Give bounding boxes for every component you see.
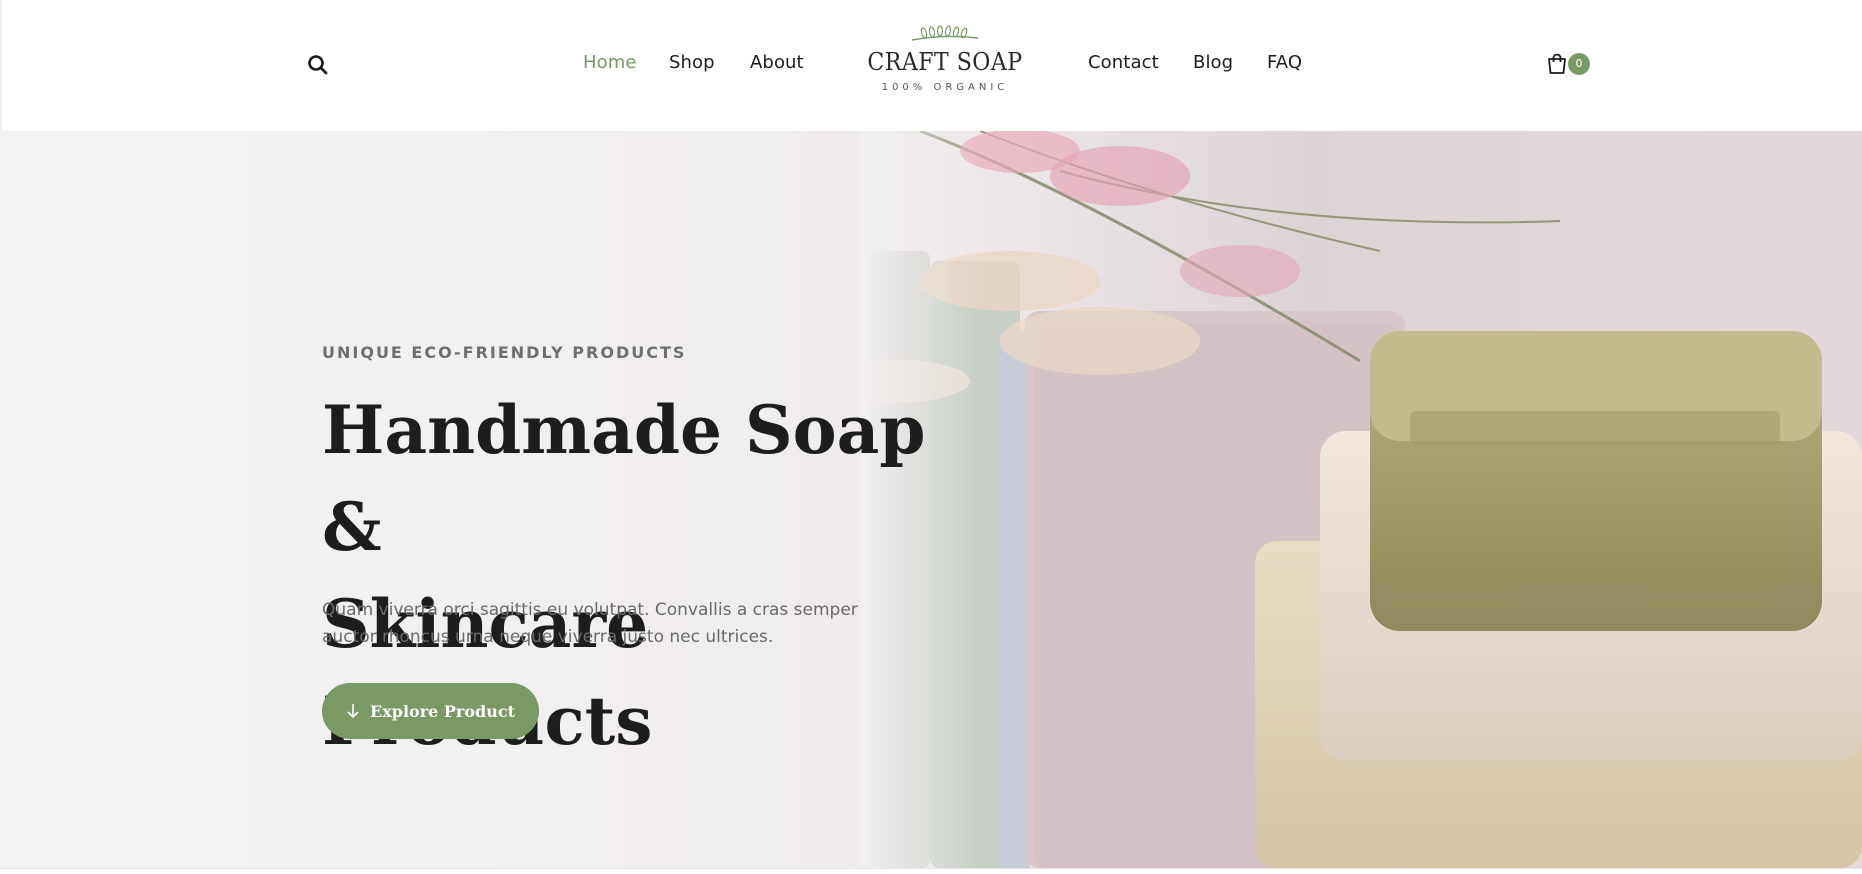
hero-eyebrow: UNIQUE ECO-FRIENDLY PRODUCTS xyxy=(322,343,687,362)
site-logo[interactable]: CRAFT SOAP 100% ORGANIC xyxy=(860,22,1030,98)
logo-title: CRAFT SOAP xyxy=(867,48,1023,76)
nav-faq[interactable]: FAQ xyxy=(1267,52,1302,73)
nav-shop[interactable]: Shop xyxy=(669,52,715,73)
search-icon xyxy=(308,55,328,75)
logo-subtitle: 100% ORGANIC xyxy=(881,82,1009,93)
cart-button[interactable]: 0 xyxy=(1546,52,1592,78)
hero-headline-line-1: Handmade Soap & xyxy=(322,391,926,566)
nav-about[interactable]: About xyxy=(750,52,804,73)
explore-product-label: Explore Product xyxy=(370,701,515,721)
hero-description: Quam viverra orci sagittis eu volutpat. … xyxy=(322,600,858,647)
arrow-down-icon xyxy=(347,704,359,719)
soap-product-image xyxy=(860,131,1862,868)
search-button[interactable] xyxy=(307,54,329,76)
nav-blog[interactable]: Blog xyxy=(1193,52,1233,73)
leaf-logo-icon xyxy=(911,25,979,41)
nav-home[interactable]: Home xyxy=(583,52,637,73)
cart-count-badge: 0 xyxy=(1568,53,1590,75)
explore-product-button[interactable]: Explore Product xyxy=(322,683,539,739)
site-header: Home Shop About CRAFT SOAP 100% ORGANIC … xyxy=(0,0,1862,131)
shopping-bag-icon xyxy=(1548,53,1566,74)
hero-bottom-divider xyxy=(0,868,1862,874)
nav-contact[interactable]: Contact xyxy=(1088,52,1159,73)
